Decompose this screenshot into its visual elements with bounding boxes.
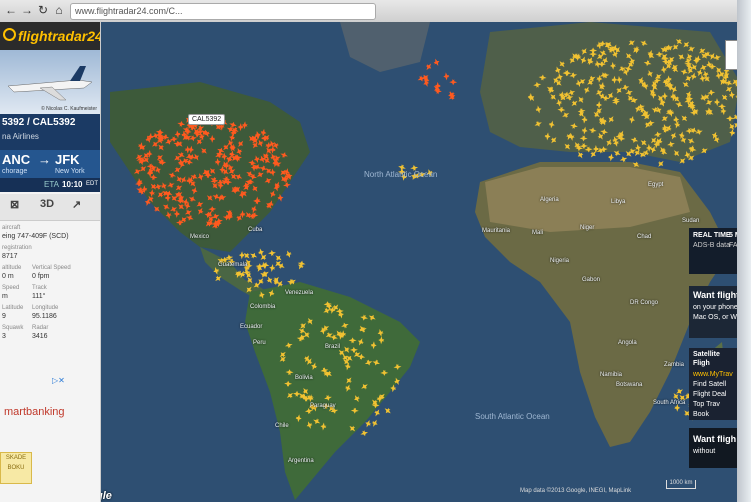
airplane-photo-icon: [7, 66, 93, 101]
photo-credit: © Nicolas C. Kaufmeister: [41, 106, 97, 112]
south-america-landmass: [245, 282, 420, 500]
detail-row-squawk: Squawk 3 Radar 3416: [2, 325, 49, 340]
flight-route: ANC → JFK chorage New York: [0, 150, 100, 178]
land-label: Algeria: [540, 197, 559, 203]
aircraft-icon[interactable]: [608, 153, 615, 162]
flight-tools: ⊠ 3D ↗: [0, 194, 100, 221]
address-bar[interactable]: www.flightradar24.com/C...: [70, 3, 376, 20]
flight-details-sidebar: flightradar24 © Nicolas C. Kaufmeister 5…: [0, 22, 101, 502]
aircraft-icon[interactable]: [259, 252, 269, 262]
land-label: Zambia: [664, 362, 685, 368]
aircraft-icon[interactable]: [383, 406, 393, 416]
aircraft-icon[interactable]: [257, 247, 265, 257]
land-label: Venezuela: [285, 290, 314, 296]
ocean-label-north-atlantic: North Atlantic Ocean: [364, 170, 438, 179]
home-icon[interactable]: ⌂: [52, 3, 66, 17]
destination-city: New York: [55, 168, 85, 175]
flight-tooltip[interactable]: CAL5392: [188, 114, 226, 125]
land-label: Egypt: [648, 182, 664, 188]
greenland-landmass: [340, 22, 430, 72]
aircraft-photo[interactable]: © Nicolas C. Kaufmeister: [0, 50, 100, 114]
view-3d-button[interactable]: 3D: [40, 198, 54, 210]
land-label: Mauritania: [482, 228, 511, 234]
land-label: Paraguay: [310, 403, 336, 409]
detail-row-aircraft: aircraft eing 747-409F (SCD): [2, 225, 69, 240]
land-label: Bolivia: [295, 375, 313, 381]
north-america-landmass: [110, 82, 310, 252]
aircraft-icon[interactable]: [370, 418, 379, 428]
land-label: Guatemala: [218, 262, 248, 268]
aircraft-icon[interactable]: [249, 251, 259, 260]
ad-text[interactable]: martbanking: [4, 406, 65, 418]
map-land-layer: [110, 22, 751, 500]
aircraft-icon[interactable]: [261, 261, 270, 269]
ocean-label-south-atlantic: South Atlantic Ocean: [475, 412, 550, 421]
aircraft-icon[interactable]: [238, 251, 245, 260]
world-map[interactable]: North Atlantic Ocean South Atlantic Ocea…: [70, 22, 751, 502]
aircraft-icon[interactable]: [424, 62, 434, 72]
aircraft-icon[interactable]: [443, 72, 450, 81]
land-label: Angola: [618, 340, 637, 346]
map-attribution[interactable]: Map data ©2013 Google, INEGI, MapLink: [520, 488, 631, 494]
land-label: Chile: [275, 423, 289, 429]
airline-name: na Airlines: [2, 132, 39, 141]
aircraft-icon[interactable]: [269, 264, 276, 273]
aircraft-icon[interactable]: [432, 57, 441, 67]
land-label: Gabon: [582, 277, 601, 283]
map-scale: 1000 km: [666, 480, 696, 489]
share-icon[interactable]: ↗: [72, 198, 81, 211]
land-label: DR Congo: [630, 300, 659, 306]
land-label: Cuba: [248, 227, 263, 233]
land-label: Mali: [532, 230, 544, 236]
ad-logo[interactable]: SKADE BOKU: [0, 452, 32, 484]
ad-close-icon[interactable]: ▷✕: [52, 376, 65, 385]
radar-icon: [3, 28, 16, 41]
land-label: Brazil: [325, 344, 341, 350]
flight-header: 5392 / CAL5392 na Airlines: [0, 114, 100, 150]
land-label: Namibia: [600, 372, 623, 378]
detail-row-registration: registration 8717: [2, 245, 32, 260]
eta-time: 10:10: [62, 180, 83, 189]
land-label: Niger: [580, 225, 595, 231]
land-label: Colombia: [250, 304, 276, 310]
aircraft-icon[interactable]: [268, 250, 277, 257]
land-label: Chad: [637, 234, 652, 240]
detail-row-position: Latitude 9 Longitude 95.1186: [2, 305, 59, 320]
land-label: Mexico: [190, 234, 210, 240]
monitor-bezel: [737, 0, 751, 502]
flight-callsign: 5392 / CAL5392: [2, 117, 76, 128]
detail-row-speed: Speed m Track 111°: [2, 285, 47, 300]
land-label: Sudan: [682, 218, 700, 224]
back-arrow-icon[interactable]: ←: [4, 3, 18, 17]
land-label: Libya: [611, 199, 626, 205]
aircraft-icon[interactable]: [449, 79, 458, 86]
origin-city: chorage: [2, 168, 28, 175]
land-label: Botswana: [616, 382, 643, 388]
aircraft-icon[interactable]: [284, 249, 292, 259]
flightradar-logo[interactable]: flightradar24: [0, 22, 100, 50]
aircraft-icon[interactable]: [656, 159, 666, 169]
detail-row-altitude: altitude 0 m Vertical Speed 0 fpm: [2, 265, 71, 280]
browser-toolbar: ← → ↻ ⌂ www.flightradar24.com/C...: [0, 0, 751, 23]
land-label: Peru: [253, 340, 266, 346]
aircraft-icon[interactable]: [274, 253, 284, 263]
fullscreen-icon[interactable]: ⊠: [10, 198, 19, 211]
forward-arrow-icon[interactable]: →: [20, 3, 34, 17]
reload-icon[interactable]: ↻: [36, 3, 50, 17]
aircraft-icon[interactable]: [359, 429, 369, 437]
land-label: Nigeria: [550, 258, 570, 264]
land-label: Argentina: [288, 458, 314, 464]
destination-code: JFK: [55, 152, 80, 167]
origin-code: ANC: [2, 152, 31, 167]
aircraft-icon[interactable]: [675, 387, 685, 396]
route-arrow-icon: →: [38, 152, 51, 167]
land-label: Ecuador: [240, 324, 263, 330]
eta-bar: ETA 10:10 EDT: [0, 178, 100, 192]
land-label: South Africa: [653, 400, 686, 406]
